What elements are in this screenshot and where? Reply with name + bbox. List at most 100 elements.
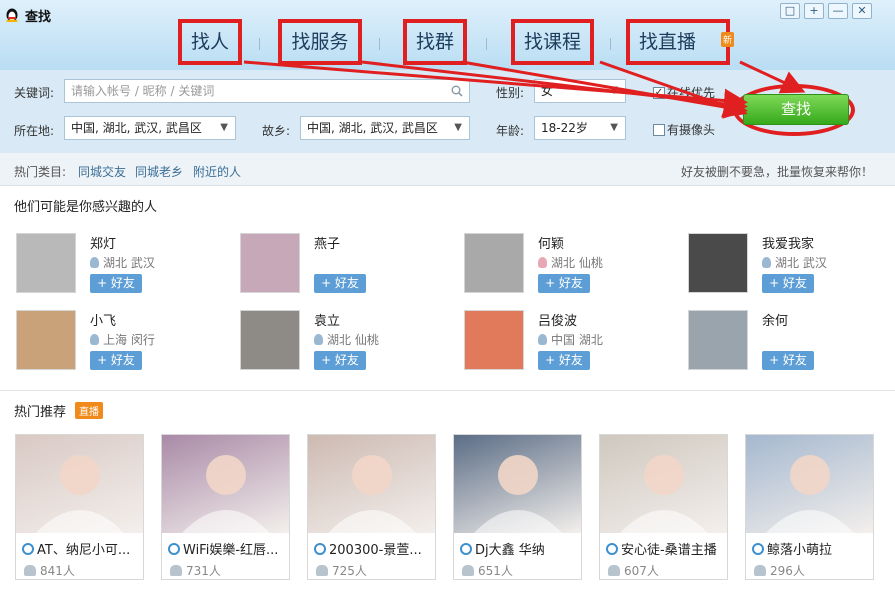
add-friend-button[interactable]: + 好友	[538, 274, 590, 293]
person-name[interactable]: 何颖	[538, 233, 564, 252]
person-card[interactable]: 燕子 + 好友	[240, 233, 455, 298]
streamer-silhouette	[328, 455, 416, 533]
live-card[interactable]: 鲸落小萌拉 296人	[745, 434, 874, 580]
person-icon	[762, 257, 771, 268]
live-title: 200300-景萱...	[314, 539, 422, 558]
online-first-label: 在线优先	[667, 86, 716, 100]
live-card[interactable]: AT、纳尼小可... 841人	[15, 434, 144, 580]
add-friend-button[interactable]: + 好友	[762, 274, 814, 293]
minimize-button[interactable]: —	[828, 3, 848, 19]
person-card[interactable]: 我爱我家湖北 武汉 + 好友	[688, 233, 895, 298]
keyword-input[interactable]	[71, 80, 456, 102]
avatar[interactable]	[16, 233, 76, 293]
feedback-icon[interactable]: □	[780, 3, 800, 19]
live-card[interactable]: Dj大鑫 华纳 651人	[453, 434, 582, 580]
tab-find-live[interactable]: 找直播 新	[612, 17, 744, 67]
person-name[interactable]: 袁立	[314, 310, 340, 329]
tab-find-service[interactable]: 找服务	[270, 17, 370, 67]
avatar[interactable]	[688, 233, 748, 293]
live-title-text: Dj大鑫 华纳	[475, 543, 545, 558]
person-location: 上海 闵行	[90, 331, 155, 348]
hot-link-local-hometown[interactable]: 同城老乡	[135, 163, 183, 180]
person-name[interactable]: 余何	[762, 310, 788, 329]
age-select[interactable]: 18-22岁 ▼	[534, 116, 626, 140]
person-card[interactable]: 吕俊波 中国 湖北 + 好友	[464, 310, 679, 375]
add-friend-button[interactable]: + 好友	[314, 351, 366, 370]
avatar[interactable]	[464, 233, 524, 293]
person-name[interactable]: 我爱我家	[762, 233, 814, 252]
camera-label: 有摄像头	[667, 123, 716, 137]
live-icon	[606, 542, 618, 555]
close-button[interactable]: ✕	[852, 3, 872, 19]
promo-link[interactable]: 好友被删不要急，批量恢复来帮你！	[681, 163, 873, 180]
live-title: 安心徒-桑谱主播	[606, 539, 717, 558]
live-title: Dj大鑫 华纳	[460, 539, 545, 558]
live-thumbnail[interactable]	[162, 435, 289, 533]
people-icon	[170, 565, 182, 576]
tab-find-course[interactable]: 找课程	[500, 17, 605, 67]
person-card[interactable]: 袁立湖北 仙桃 + 好友	[240, 310, 455, 375]
live-card[interactable]: 安心徒-桑谱主播 607人	[599, 434, 728, 580]
gender-select[interactable]: 女 ▼	[534, 79, 626, 103]
avatar[interactable]	[240, 233, 300, 293]
age-label: 年龄:	[496, 124, 525, 138]
live-title-text: 200300-景萱...	[329, 543, 422, 558]
viewer-count: 607人	[608, 562, 659, 579]
add-friend-button[interactable]: + 好友	[90, 351, 142, 370]
tab-find-people[interactable]: 找人	[170, 17, 250, 67]
online-first-checkbox[interactable]: ✓ 在线优先	[653, 84, 715, 101]
find-button[interactable]: 查找	[743, 94, 849, 125]
chevron-down-icon: ▼	[220, 122, 228, 133]
hometown-select[interactable]: 中国, 湖北, 武汉, 武昌区 ▼	[300, 116, 470, 140]
hot-link-local-friends[interactable]: 同城交友	[78, 163, 126, 180]
new-badge: 新	[720, 32, 734, 47]
avatar[interactable]	[240, 310, 300, 370]
add-friend-button[interactable]: + 好友	[90, 274, 142, 293]
live-icon	[460, 542, 472, 555]
viewer-count: 725人	[316, 562, 367, 579]
live-thumbnail[interactable]	[16, 435, 143, 533]
tab-label: 找人	[177, 19, 242, 65]
hot-link-nearby[interactable]: 附近的人	[193, 163, 241, 180]
qq-penguin-icon	[6, 8, 18, 22]
person-name[interactable]: 燕子	[314, 233, 340, 252]
streamer-silhouette	[474, 455, 562, 533]
person-card[interactable]: 小飞上海 闵行 + 好友	[16, 310, 231, 375]
person-name[interactable]: 小飞	[90, 310, 116, 329]
person-card[interactable]: 郑灯 湖北 武汉 + 好友	[16, 233, 231, 298]
person-name[interactable]: 郑灯	[90, 233, 116, 252]
avatar[interactable]	[688, 310, 748, 370]
location-text: 湖北 仙桃	[551, 256, 603, 270]
live-card[interactable]: 200300-景萱... 725人	[307, 434, 436, 580]
live-thumbnail[interactable]	[454, 435, 581, 533]
tab-find-group[interactable]: 找群	[395, 17, 475, 67]
person-icon	[314, 334, 323, 345]
tab-separator	[486, 38, 487, 50]
add-friend-button[interactable]: + 好友	[538, 351, 590, 370]
add-friend-button[interactable]: + 好友	[314, 274, 366, 293]
location-select[interactable]: 中国, 湖北, 武汉, 武昌区 ▼	[64, 116, 236, 140]
avatar[interactable]	[16, 310, 76, 370]
live-thumbnail[interactable]	[308, 435, 435, 533]
viewer-count-text: 725人	[332, 564, 367, 578]
person-card[interactable]: 余何 + 好友	[688, 310, 895, 375]
live-icon	[168, 542, 180, 555]
person-icon	[538, 334, 547, 345]
add-friend-button[interactable]: + 好友	[762, 351, 814, 370]
location-text: 湖北 武汉	[775, 256, 827, 270]
live-thumbnail[interactable]	[746, 435, 873, 533]
avatar[interactable]	[464, 310, 524, 370]
tab-label: 找群	[402, 19, 467, 65]
tab-label: 找直播	[625, 19, 730, 65]
skin-icon[interactable]: +	[804, 3, 824, 19]
camera-checkbox[interactable]: 有摄像头	[653, 121, 715, 138]
person-name[interactable]: 吕俊波	[538, 310, 577, 329]
live-thumbnail[interactable]	[600, 435, 727, 533]
tab-label: 找服务	[278, 19, 362, 65]
person-location: 湖北 仙桃	[314, 331, 379, 348]
live-card[interactable]: WiFi娱樂-红唇... 731人	[161, 434, 290, 580]
keyword-field[interactable]	[64, 79, 470, 103]
person-card[interactable]: 何颖湖北 仙桃 + 好友	[464, 233, 679, 298]
people-icon	[608, 565, 620, 576]
search-icon[interactable]	[451, 85, 463, 97]
